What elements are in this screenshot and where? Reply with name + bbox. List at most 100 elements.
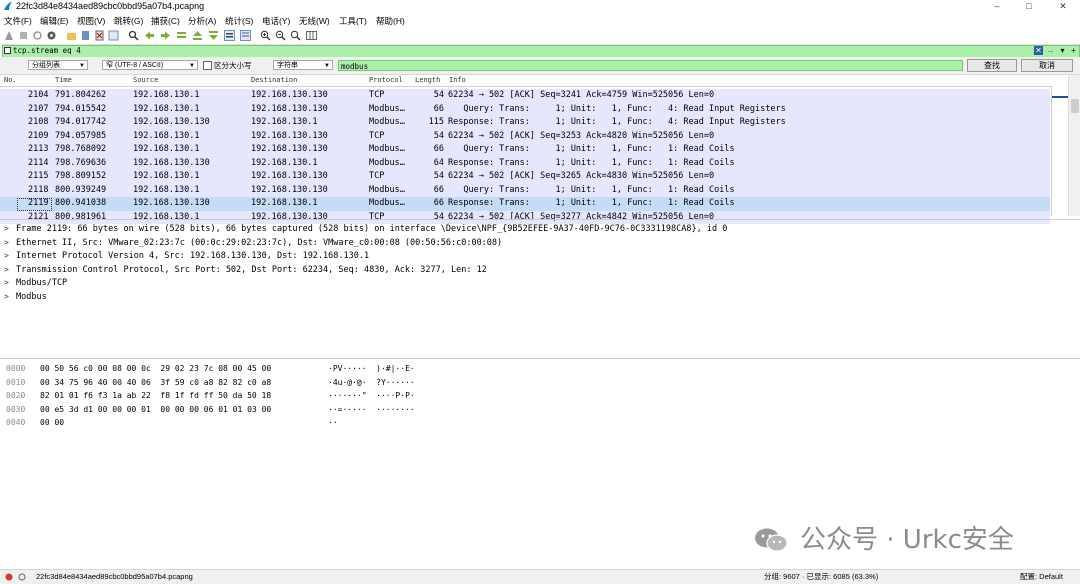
expand-arrow-icon[interactable]: > <box>4 222 16 236</box>
packet-destination: 192.168.130.130 <box>251 184 328 195</box>
main-toolbar <box>0 29 1080 45</box>
go-back-icon[interactable] <box>144 30 155 41</box>
packet-destination: 192.168.130.130 <box>251 90 328 100</box>
minimize-button[interactable]: – <box>984 0 1010 12</box>
detail-tree-item[interactable]: > Internet Protocol Version 4, Src: 192.1… <box>4 249 369 263</box>
last-packet-icon[interactable] <box>208 30 219 41</box>
detail-tree-item[interactable]: > Modbus <box>4 290 47 304</box>
hex-offset: 0020 <box>6 391 26 400</box>
hex-offset: 0010 <box>6 377 26 387</box>
scrollbar-thumb[interactable] <box>1071 99 1079 113</box>
col-header-info[interactable]: Info <box>449 75 466 86</box>
packet-list-scrollbar[interactable] <box>1068 75 1080 216</box>
detail-tree-item[interactable]: > Transmission Control Protocol, Src Port… <box>4 263 487 277</box>
menu-view[interactable]: 视图(V) <box>77 15 105 27</box>
zoom-out-icon[interactable] <box>275 30 286 41</box>
expand-arrow-icon[interactable]: > <box>4 249 16 263</box>
go-forward-icon[interactable] <box>160 30 171 41</box>
first-packet-icon[interactable] <box>192 30 203 41</box>
expand-arrow-icon[interactable]: > <box>4 290 16 304</box>
hex-ascii: ·PV····· )·#|··E· <box>328 364 415 373</box>
capture-options-icon[interactable] <box>46 30 57 41</box>
col-header-length[interactable]: Length <box>415 75 440 86</box>
menu-telephony[interactable]: 电话(Y) <box>262 15 290 27</box>
colorize-icon[interactable] <box>240 30 251 41</box>
packet-protocol: TCP <box>369 171 385 181</box>
cancel-button[interactable]: 取消 <box>1021 59 1073 72</box>
auto-scroll-icon[interactable] <box>224 30 235 41</box>
col-header-no[interactable]: No. <box>4 75 17 86</box>
close-file-icon[interactable] <box>94 30 105 41</box>
packet-row[interactable]: 2104 791.804262 192.168.130.1 192.168.130.1… <box>0 89 1050 103</box>
packet-minimap[interactable] <box>1051 86 1068 216</box>
maximize-button[interactable]: □ <box>1016 0 1042 12</box>
packet-no: 2109 <box>28 130 49 141</box>
packet-row[interactable]: 2113 798.768092 192.168.130.1 192.168.130.1… <box>0 143 1050 157</box>
packet-row[interactable]: 2118 800.939249 192.168.130.1 192.168.130.1… <box>0 183 1050 197</box>
packet-row[interactable]: 2115 798.809152 192.168.130.1 192.168.130.1… <box>0 170 1050 184</box>
hex-dump-row[interactable]: 0040 00 00 ·· <box>6 416 338 429</box>
stop-capture-icon[interactable] <box>18 30 29 41</box>
go-to-packet-icon[interactable] <box>176 30 187 41</box>
clear-filter-icon[interactable]: ✕ <box>1034 46 1043 55</box>
case-sensitive-checkbox[interactable] <box>203 61 212 70</box>
restart-capture-icon[interactable] <box>32 30 43 41</box>
bookmark-icon[interactable] <box>4 47 11 54</box>
menu-file[interactable]: 文件(F) <box>4 15 32 27</box>
col-header-destination[interactable]: Destination <box>251 75 297 86</box>
hex-bytes: 00 00 <box>40 418 65 427</box>
menu-capture[interactable]: 捕获(C) <box>151 15 180 27</box>
search-input[interactable]: modbus <box>338 60 963 71</box>
detail-tree-item[interactable]: > Ethernet II, Src: VMware_02:23:7c (00:0… <box>4 236 502 250</box>
status-profile[interactable]: 配置: Default <box>1020 570 1063 584</box>
packet-info: 62234 → 502 [ACK] Seq=3265 Ack=4830 Win=… <box>448 171 715 181</box>
display-filter-input[interactable]: tcp.stream eq 4 <box>13 45 81 56</box>
open-file-icon[interactable] <box>66 30 77 41</box>
reload-icon[interactable] <box>108 30 119 41</box>
menu-help[interactable]: 帮助(H) <box>376 15 405 27</box>
packet-row[interactable]: 2108 794.017742 192.168.130.130 192.168.130… <box>0 116 1050 130</box>
save-file-icon[interactable] <box>80 30 91 41</box>
expand-arrow-icon[interactable]: > <box>4 236 16 250</box>
menu-tools[interactable]: 工具(T) <box>339 15 367 27</box>
packet-row[interactable]: 2114 798.769636 192.168.130.130 192.168.130… <box>0 156 1050 170</box>
resize-columns-icon[interactable] <box>306 30 317 41</box>
expand-arrow-icon[interactable]: > <box>4 276 16 290</box>
col-header-protocol[interactable]: Protocol <box>369 75 403 86</box>
menu-go[interactable]: 跳转(G) <box>114 15 143 27</box>
add-filter-button-icon[interactable]: + <box>1069 46 1078 55</box>
packet-row[interactable]: 2109 794.057985 192.168.130.1 192.168.130.1… <box>0 129 1050 143</box>
find-button[interactable]: 查找 <box>967 59 1017 72</box>
menu-analyze[interactable]: 分析(A) <box>188 15 216 27</box>
packet-source: 192.168.130.1 <box>133 144 200 154</box>
hex-dump-row[interactable]: 0000 00 50 56 c0 00 08 00 0c 29 02 23 7c … <box>6 362 415 375</box>
recent-filters-icon[interactable]: ▾ <box>1058 46 1067 55</box>
selected-packet-row[interactable]: 2119 800.941038 192.168.130.130 192.168.130… <box>0 197 1050 211</box>
search-scope-select[interactable]: 分组列表 ▼ <box>28 60 88 70</box>
hex-dump-row[interactable]: 0030 00 e5 3d d1 00 00 00 01 00 00 00 06 … <box>6 403 415 416</box>
zoom-in-icon[interactable] <box>260 30 271 41</box>
apply-filter-icon[interactable]: → <box>1046 46 1055 55</box>
start-capture-icon[interactable] <box>4 30 15 41</box>
search-type-select[interactable]: 字符串 ▼ <box>273 60 333 70</box>
hex-dump-row[interactable]: 0020 82 01 01 f6 f3 1a ab 22 f8 1f fd ff … <box>6 389 415 402</box>
menu-statistics[interactable]: 统计(S) <box>225 15 253 27</box>
hex-dump-row[interactable]: 0010 00 34 75 96 40 00 40 06 3f 59 c0 a8 … <box>6 376 415 389</box>
col-header-source[interactable]: Source <box>133 75 158 86</box>
expert-info-icon[interactable] <box>5 573 13 581</box>
packet-row[interactable]: 2107 794.015542 192.168.130.1 192.168.130.1… <box>0 102 1050 116</box>
capture-comment-icon[interactable] <box>18 573 26 581</box>
close-button[interactable]: ✕ <box>1050 0 1076 12</box>
col-header-time[interactable]: Time <box>55 75 72 86</box>
find-packet-icon[interactable] <box>128 30 139 41</box>
hex-ascii: ··=····· ········ <box>328 404 415 414</box>
expand-arrow-icon[interactable]: > <box>4 263 16 277</box>
zoom-reset-icon[interactable] <box>290 30 301 41</box>
detail-tree-item[interactable]: > Modbus/TCP <box>4 276 67 290</box>
packet-no: 2107 <box>28 103 49 114</box>
menu-wireless[interactable]: 无线(W) <box>299 15 330 27</box>
search-encoding-select[interactable]: 窄 (UTF-8 / ASCII) ▼ <box>102 60 198 70</box>
detail-tree-item[interactable]: > Frame 2119: 66 bytes on wire (528 bits)… <box>4 222 727 236</box>
packet-source: 192.168.130.130 <box>133 157 210 168</box>
menu-edit[interactable]: 编辑(E) <box>40 15 68 27</box>
